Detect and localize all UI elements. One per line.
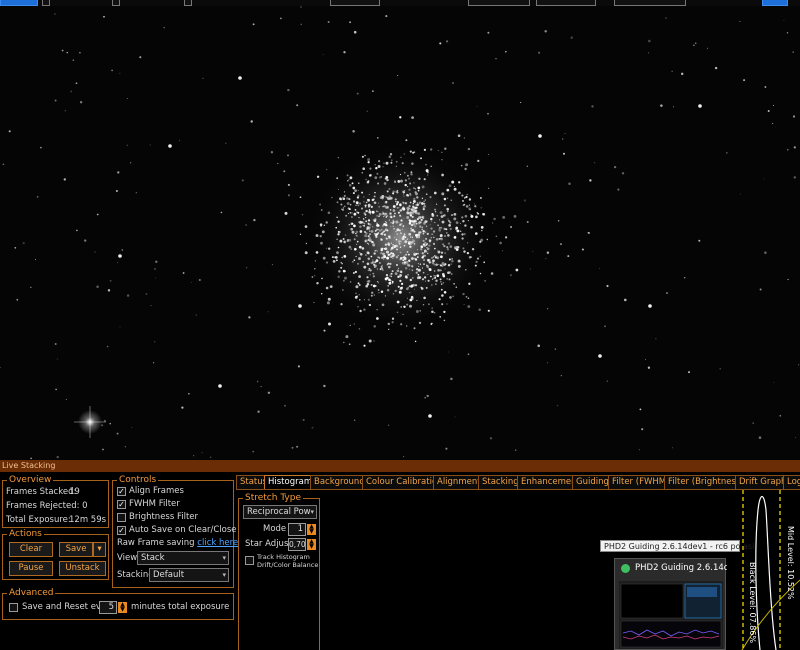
fwhm-filter-label: FWHM Filter [129, 499, 180, 509]
total-exposure-label: Total Exposure: [6, 515, 71, 525]
save-reset-suffix: minutes total exposure [131, 602, 230, 612]
stacking-dropdown[interactable]: Default ▾ [149, 568, 229, 582]
actions-group: Actions Clear Save ▾ Pause Unstack [2, 528, 109, 580]
tab-bar: Status Histogram Background Colour Calib… [236, 475, 800, 490]
mode-input[interactable]: 1 [288, 523, 306, 536]
stretch-type-dropdown[interactable]: Reciprocal Pow ▾ [243, 505, 317, 519]
stretch-type-group: Stretch Type Reciprocal Pow ▾ Mode 1 ▲ ▼ S… [238, 492, 320, 650]
image-viewport[interactable] [0, 6, 800, 460]
advanced-group: Advanced Save and Reset every 5 ▲ ▼ minut… [2, 587, 234, 620]
phd2-tooltip: PHD2 Guiding 2.6.14dev1 - rc6 po asi [600, 540, 754, 552]
mode-label: Mode [263, 524, 287, 534]
actions-label: Actions [7, 528, 44, 540]
histogram-curve [755, 495, 777, 650]
clear-button[interactable]: Clear [9, 542, 53, 557]
save-reset-interval-input[interactable]: 5 [99, 601, 117, 614]
view-dropdown[interactable]: Stack ▾ [137, 551, 229, 565]
raw-frame-saving-label: Raw Frame saving click here [117, 538, 239, 548]
stretch-type-label: Stretch Type [243, 492, 303, 504]
controls-group: Controls ✓ Align Frames ✓ FWHM Filter Br… [112, 474, 238, 588]
align-frames-label: Align Frames [129, 486, 184, 496]
unstack-button[interactable]: Unstack [59, 561, 106, 576]
pause-button[interactable]: Pause [9, 561, 53, 576]
mid-level-label: Mid Level: 10.52% [786, 526, 795, 600]
overview-label: Overview [7, 474, 54, 486]
star-adjust-input[interactable]: 0,70 [288, 538, 306, 551]
phd2-taskbar-preview[interactable]: PHD2 Guiding 2.6.14d... [614, 558, 727, 650]
frames-stacked-label: Frames Stacked: [6, 487, 77, 497]
tab-stacking[interactable]: Stacking [478, 475, 523, 489]
auto-save-checkbox[interactable]: ✓ [117, 526, 126, 535]
track-histogram-checkbox[interactable] [245, 556, 254, 565]
advanced-label: Advanced [7, 587, 56, 599]
tab-guiding[interactable]: Guiding [572, 475, 613, 489]
tab-log[interactable]: Log [783, 475, 800, 489]
cluster-glow [305, 143, 495, 333]
controls-label: Controls [117, 474, 159, 486]
frames-stacked-value: 19 [69, 487, 80, 497]
fwhm-filter-checkbox[interactable]: ✓ [117, 500, 126, 509]
click-here-link[interactable]: click here [197, 538, 238, 548]
histogram-graph[interactable]: Black Level: 07.86% Mid Level: 10.52% [736, 490, 800, 650]
total-exposure-value: 12m 59s [69, 515, 107, 525]
star-field-image [0, 6, 800, 460]
panel-title: Live Stacking [0, 460, 800, 472]
auto-save-label: Auto Save on Clear/Close [129, 525, 237, 535]
view-label: View [117, 553, 138, 563]
save-button[interactable]: Save [59, 542, 93, 557]
mode-spin-button[interactable]: ▲ ▼ [307, 524, 316, 535]
save-reset-spin-button[interactable]: ▲ ▼ [118, 602, 127, 613]
tab-alignment[interactable]: Alignment [433, 475, 485, 489]
phd2-preview-title: PHD2 Guiding 2.6.14d... [635, 563, 727, 573]
tab-background[interactable]: Background [310, 475, 369, 489]
brightness-filter-checkbox[interactable] [117, 513, 126, 522]
overview-group: Overview Frames Stacked: 19 Frames Rejec… [2, 474, 109, 528]
star-adjust-label: Star Adjust [245, 539, 292, 549]
align-frames-checkbox[interactable]: ✓ [117, 487, 126, 496]
phd2-window-thumbnail [619, 581, 723, 649]
brightness-filter-label: Brightness Filter [129, 512, 199, 522]
tab-histogram[interactable]: Histogram [264, 475, 317, 490]
frames-rejected: Frames Rejected: 0 [6, 501, 88, 511]
star-adjust-spin-button[interactable]: ▲ ▼ [307, 539, 316, 550]
save-reset-checkbox[interactable] [9, 603, 18, 612]
track-histogram-label: Track Histogram Drift/Color Balance [257, 553, 319, 569]
save-dropdown-button[interactable]: ▾ [93, 542, 106, 557]
black-level-label: Black Level: 07.86% [748, 562, 757, 643]
